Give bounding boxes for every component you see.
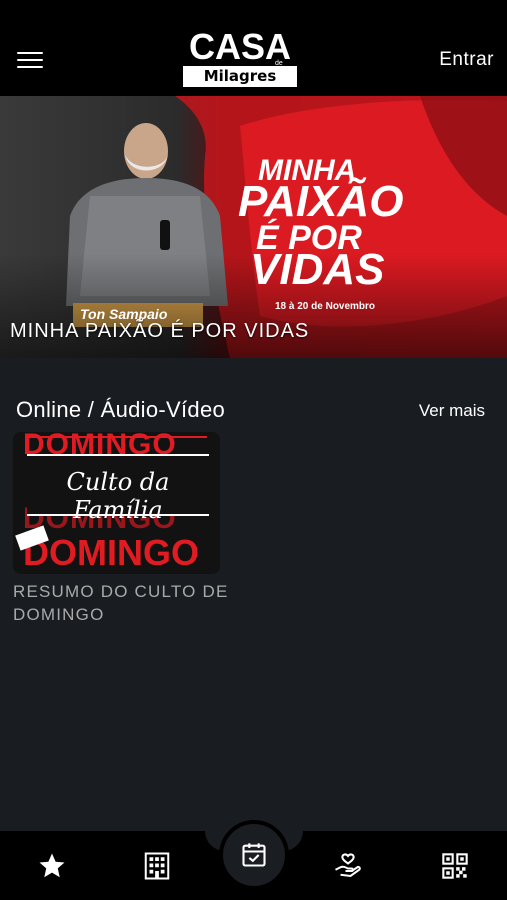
video-thumbnail: DOMINGO DOMINGO DOMINGO Culto da Família: [13, 432, 220, 574]
section-title: Online / Áudio-Vídeo: [16, 397, 226, 422]
star-icon: [39, 853, 65, 877]
nav-schedule-button[interactable]: [219, 820, 289, 890]
thumb-script: Culto da Família: [66, 468, 170, 524]
banner-date: 18 à 20 de Novembro: [275, 301, 376, 312]
nav-qrcode[interactable]: [425, 831, 485, 900]
nav-donations[interactable]: [318, 831, 378, 900]
banner-line-4: VIDAS: [250, 245, 385, 294]
calendar-check-icon: [242, 843, 266, 867]
app-header: CASA de Milagres Entrar: [0, 0, 507, 96]
hero-artwork: [0, 96, 507, 358]
app-logo[interactable]: CASA de Milagres: [183, 26, 297, 88]
building-icon: [144, 852, 170, 879]
menu-line: [17, 66, 43, 68]
banner-line-2: PAIXÃO: [238, 177, 404, 226]
see-more-link[interactable]: Ver mais: [419, 401, 485, 421]
thumb-word-bottom: DOMINGO: [23, 532, 199, 573]
hero-banner[interactable]: MINHA PAIXÃO É POR VIDAS 18 à 20 de Nove…: [0, 96, 507, 358]
nav-favorites[interactable]: [22, 831, 82, 900]
hand-heart-icon: [335, 852, 361, 877]
menu-line: [17, 59, 43, 61]
logo-text-milagres: Milagres: [183, 66, 297, 87]
hamburger-menu-button[interactable]: [14, 48, 46, 72]
nav-church[interactable]: [127, 831, 187, 900]
video-card[interactable]: DOMINGO DOMINGO DOMINGO Culto da Família…: [13, 432, 227, 632]
hero-title: MINHA PAIXÃO É POR VIDAS: [10, 320, 310, 342]
login-link[interactable]: Entrar: [439, 49, 494, 71]
video-caption: RESUMO DO CULTO DE DOMINGO: [13, 582, 229, 624]
menu-line: [17, 52, 43, 54]
logo-text-casa: CASA: [188, 26, 291, 67]
qr-code-icon: [442, 852, 468, 879]
